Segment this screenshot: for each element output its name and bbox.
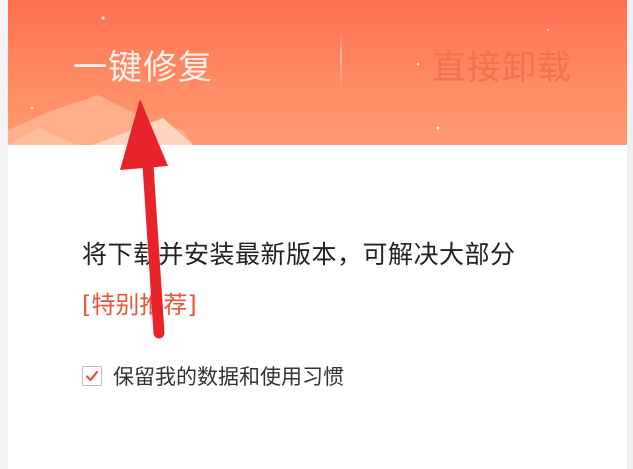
checkmark-icon: [85, 370, 99, 382]
tab-direct-uninstall[interactable]: 直接卸载: [432, 44, 572, 92]
keep-data-option[interactable]: 保留我的数据和使用习惯: [82, 363, 344, 389]
repair-description: 将下载并安装最新版本，可解决大部分: [82, 240, 516, 269]
keep-data-label: 保留我的数据和使用习惯: [113, 365, 344, 389]
uninstall-dialog: 一键修复 直接卸载 将下载并安装最新版本，可解决大部分 [特别推荐] 保留我的数…: [0, 0, 633, 469]
tab-divider: [340, 30, 342, 88]
keep-data-checkbox[interactable]: [82, 366, 102, 386]
main-content: 将下载并安装最新版本，可解决大部分 [特别推荐] 保留我的数据和使用习惯: [8, 145, 627, 469]
left-edge-strip: [0, 0, 8, 469]
recommend-badge: [特别推荐]: [82, 291, 197, 319]
right-edge-strip: [627, 0, 633, 469]
tab-one-click-repair[interactable]: 一键修复: [73, 44, 213, 92]
